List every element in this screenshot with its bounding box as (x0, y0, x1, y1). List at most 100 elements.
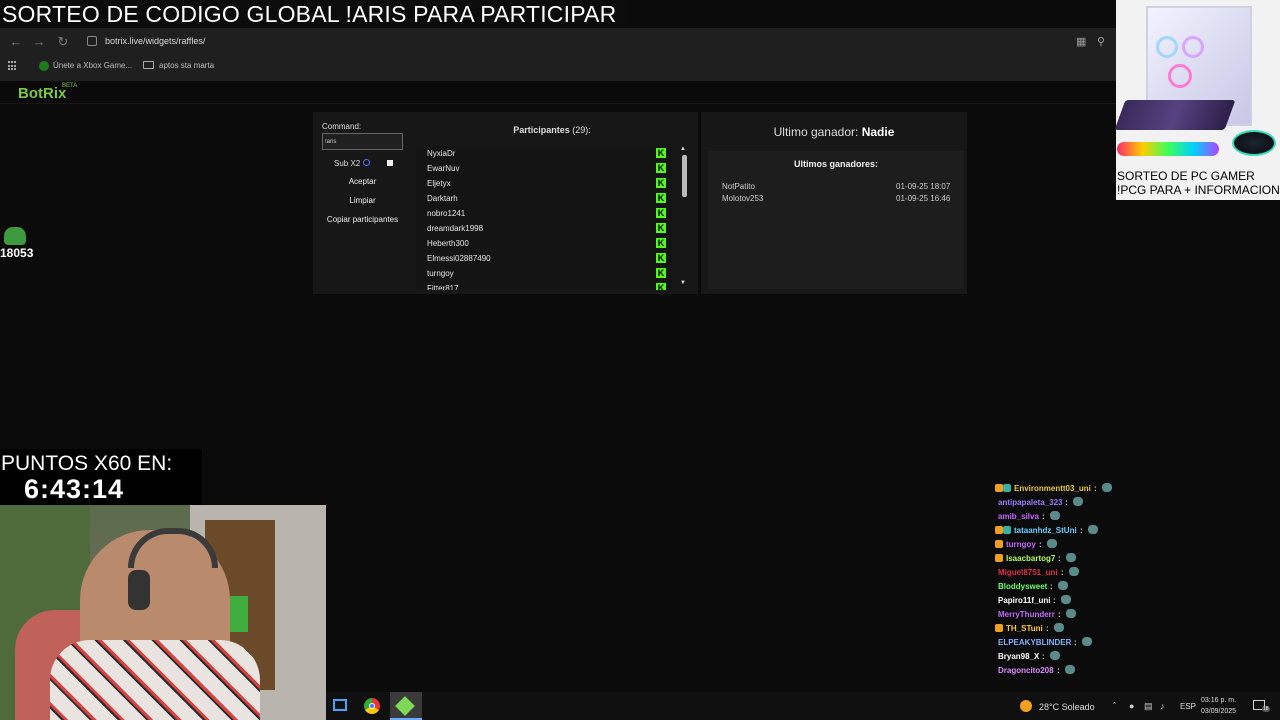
forward-icon[interactable]: → (31, 35, 47, 49)
participant-row[interactable]: Heberth300 K (416, 236, 672, 251)
beta-badge: BETA (62, 83, 78, 89)
emote-icon (1058, 581, 1068, 590)
emote-icon (1082, 637, 1092, 646)
participant-row[interactable]: Fitter817 K (416, 281, 672, 290)
chat-message: Bryan98_X: (994, 650, 1280, 664)
ad-title: SORTEO DE PC GAMER (1117, 169, 1255, 183)
clock-time[interactable]: 03:16 p. m. (1201, 697, 1236, 704)
botrix-logo[interactable]: BotRix (18, 85, 66, 102)
site-info-icon[interactable] (87, 36, 97, 46)
winner-date: 01-09-25 16:46 (896, 194, 951, 203)
recent-winners-box (708, 151, 964, 289)
chat-separator: : (1065, 498, 1068, 507)
chat-separator: : (1061, 568, 1064, 577)
emote-icon (1066, 553, 1076, 562)
participant-row[interactable]: turngoy K (416, 266, 672, 281)
recent-winners-title: Ultimos ganadores: (793, 159, 878, 169)
reload-icon[interactable]: ↻ (55, 35, 71, 49)
bookmark-xbox[interactable]: Únete a Xbox Game... (53, 61, 132, 70)
kick-icon: K (656, 223, 666, 233)
participant-name: nobro1241 (427, 209, 466, 218)
participant-name: Eljetyx (427, 179, 451, 188)
chat-badge-icon (995, 624, 1003, 632)
participant-name: Heberth300 (427, 239, 469, 248)
chat-separator: : (1074, 638, 1077, 647)
emote-icon (1073, 497, 1083, 506)
kick-icon: K (656, 283, 666, 290)
chat-username[interactable]: TH_STuni (1006, 624, 1043, 633)
chat-username[interactable]: Bryan98_X (998, 652, 1039, 661)
participants-title: Participantes (29): (416, 125, 688, 135)
fan-icon (1168, 64, 1192, 88)
rgb-light-bar (1117, 142, 1219, 156)
chat-username[interactable]: ELPEAKYBLINDER (998, 638, 1071, 647)
kick-icon: K (656, 268, 666, 278)
chat-badge-icon (1003, 484, 1011, 492)
emote-icon (1102, 483, 1112, 492)
keyboard-image (1114, 100, 1236, 130)
chat-username[interactable]: amib_silva (998, 512, 1039, 521)
chat-username[interactable]: turngoy (1006, 540, 1036, 549)
chat-username[interactable]: tataanhdz_StUni (1014, 526, 1077, 535)
address-bar[interactable]: botrix.live/widgets/raffles/ (105, 36, 205, 46)
participant-name: turngoy (427, 269, 454, 278)
participant-row[interactable]: Elmessi02887490 K (416, 251, 672, 266)
participant-name: Fitter817 (427, 284, 459, 290)
stream-banner: SORTEO DE CODIGO GLOBAL !ARIS PARA PARTI… (0, 0, 626, 28)
chat-badge-icon (1003, 526, 1011, 534)
participant-row[interactable]: EwarNuv K (416, 161, 672, 176)
chat-badge-icon (995, 526, 1003, 534)
weather-sun-icon[interactable] (1020, 700, 1032, 712)
chat-username[interactable]: antipapaleta_323 (998, 498, 1062, 507)
emote-icon (1065, 665, 1075, 674)
command-input[interactable] (322, 133, 403, 150)
subx2-checkbox[interactable] (387, 160, 393, 166)
participant-row[interactable]: Eljetyx K (416, 176, 672, 191)
clock-date[interactable]: 03/09/2025 (1201, 708, 1236, 715)
volume-icon[interactable]: ♪ (1160, 701, 1165, 711)
last-winner: Ultimo ganador: Nadie (701, 125, 967, 139)
copy-participants-button[interactable]: Copiar participantes (322, 213, 403, 227)
weather-text[interactable]: 28°C Soleado (1039, 702, 1095, 712)
chat-username[interactable]: Dragoncito208 (998, 666, 1054, 675)
participant-row[interactable]: nobro1241 K (416, 206, 672, 221)
info-icon[interactable] (363, 159, 370, 166)
participant-row[interactable]: Darktarh K (416, 191, 672, 206)
timer-value: 6:43:14 (24, 474, 125, 504)
bookmark-folder[interactable]: aptos sta marta (159, 61, 214, 70)
chat-separator: : (1039, 540, 1042, 549)
chat-username[interactable]: Isaacbartog7 (1006, 554, 1055, 563)
winner-name: NotPatito (722, 182, 755, 191)
chat-username[interactable]: MerryThunderr (998, 610, 1055, 619)
participant-row[interactable]: NyxiaDr K (416, 146, 672, 161)
accept-button[interactable]: Aceptar (322, 175, 403, 189)
chat-username[interactable]: Environmentt03_uni (1014, 484, 1091, 493)
participant-row[interactable]: dreamdark1998 K (416, 221, 672, 236)
network-icon[interactable]: ▤ (1144, 701, 1153, 712)
apps-grid-icon[interactable] (8, 61, 18, 71)
back-icon[interactable]: ← (8, 35, 24, 49)
chat-username[interactable]: Bloddysweet (998, 582, 1047, 591)
emote-icon (1050, 511, 1060, 520)
emote-icon (1047, 539, 1057, 548)
scroll-down-icon[interactable]: ▼ (680, 280, 686, 286)
scrollbar-thumb[interactable] (682, 155, 687, 197)
fan-icon (1182, 36, 1204, 58)
participant-list[interactable]: NyxiaDr K EwarNuv K Eljetyx K Darktarh Knobro12… (416, 146, 672, 290)
zoom-icon[interactable]: ⚲ (1097, 35, 1105, 48)
kick-icon: K (656, 253, 666, 263)
chat-badge-icon (995, 540, 1003, 548)
microphone-icon[interactable]: ● (1129, 701, 1134, 711)
chat-username[interactable]: Miguel8751_uni (998, 568, 1058, 577)
last-winner-label: Ultimo ganador: (773, 125, 859, 139)
timer-label: PUNTOS X60 EN: (1, 452, 173, 475)
chat-username[interactable]: Papiro11f_uni (998, 596, 1050, 605)
start-icon[interactable] (333, 699, 347, 711)
tray-chevron-icon[interactable]: ˆ (1113, 701, 1116, 711)
scroll-up-icon[interactable]: ▲ (680, 146, 686, 152)
clear-button[interactable]: Limpiar (322, 194, 403, 208)
emote-icon (1061, 595, 1071, 604)
kick-icon: K (656, 208, 666, 218)
language-indicator[interactable]: ESP (1180, 702, 1196, 711)
translate-icon[interactable]: ▦ (1076, 35, 1086, 48)
